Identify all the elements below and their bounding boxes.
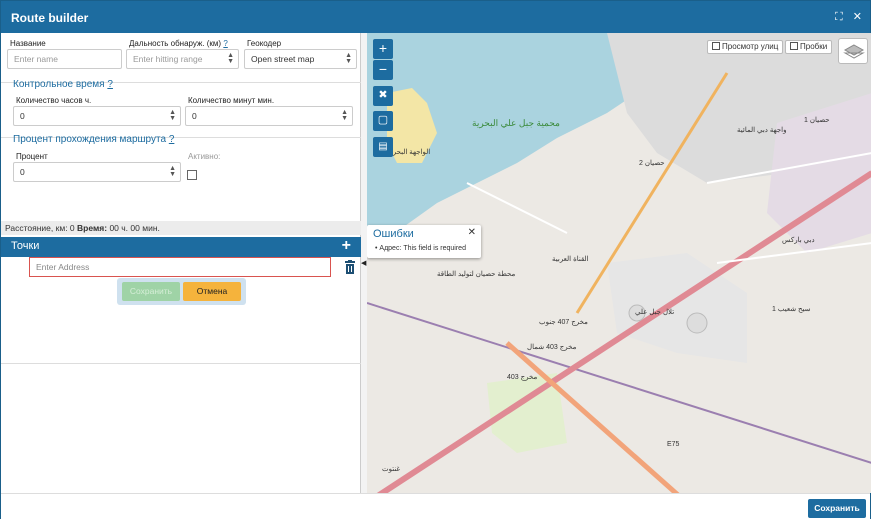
time-value: 00 ч. 00 мин. — [109, 223, 160, 233]
active-checkbox[interactable] — [187, 170, 197, 180]
route-form-panel: Название Enter name Дальность обнаруж. (… — [1, 33, 361, 493]
traffic-checkbox[interactable] — [790, 42, 798, 50]
map-view[interactable]: محمية جبل علي البحرية الواجهة البحرية حص… — [367, 33, 871, 493]
traffic-toggle[interactable]: Пробки — [785, 40, 833, 54]
errors-popup-title: Ошибки — [373, 228, 414, 240]
title-bar: Route builder ⛶ ✕ — [1, 1, 870, 33]
percent-help-link[interactable]: ? — [169, 134, 175, 145]
name-input[interactable]: Enter name — [7, 49, 122, 69]
divider — [1, 363, 361, 364]
percent-spinner-icon[interactable]: ▲ ▼ — [169, 165, 176, 178]
footer-bar: Сохранить — [1, 493, 870, 519]
map-label: محطة حصيان لتوليد الطاقة — [437, 271, 516, 278]
route-builder-window: Route builder ⛶ ✕ Название Enter name Да… — [0, 0, 871, 519]
route-status-bar: Расстояние, км: 0 Время: 00 ч. 00 мин. — [1, 221, 361, 235]
active-label: Активно: — [188, 152, 221, 161]
submit-route-button[interactable]: Сохранить — [808, 499, 866, 518]
map-label: القناة العربية — [552, 256, 589, 263]
range-spinner-icon[interactable]: ▲ ▼ — [227, 52, 234, 65]
time-label: Время: — [77, 223, 108, 233]
cancel-point-button[interactable]: Отмена — [183, 282, 241, 301]
add-point-icon[interactable]: + — [342, 237, 351, 255]
range-help-link[interactable]: ? — [223, 39, 227, 48]
address-input[interactable]: Enter Address — [29, 257, 331, 277]
trash-icon[interactable] — [344, 260, 356, 274]
close-popup-icon[interactable]: ✕ — [468, 227, 476, 238]
range-input[interactable]: Enter hitting range ▲ ▼ — [126, 49, 239, 69]
collapse-arrow-icon[interactable]: ◀ — [361, 259, 366, 267]
map-label: غنتوت — [382, 466, 401, 473]
map-label: مخرج 403 — [507, 374, 538, 381]
print-icon[interactable]: ▤ — [373, 137, 393, 157]
zoom-out-button[interactable]: − — [373, 60, 393, 80]
map-label: E75 — [667, 441, 680, 448]
street-view-toggle[interactable]: Просмотр улиц — [707, 40, 784, 54]
street-view-checkbox[interactable] — [712, 42, 720, 50]
percent-label: Процент — [16, 152, 48, 161]
save-point-button[interactable]: Сохранить — [122, 282, 180, 301]
points-header: Точки + — [1, 237, 361, 257]
map-label: الواجهة البحرية — [387, 149, 431, 156]
map-label: دبي باركس — [782, 237, 815, 244]
map-label: واجهة دبي المائية — [737, 127, 787, 134]
range-label: Дальность обнаруж. (км) — [129, 39, 222, 48]
polygon-draw-icon[interactable]: ▢ — [373, 111, 393, 131]
distance-text: Расстояние, км: 0 — [5, 223, 75, 233]
geocoder-select[interactable]: Open street map ▲ ▼ — [244, 49, 357, 69]
geocoder-label: Геокодер — [247, 39, 282, 48]
map-label: محمية جبل علي البحرية — [472, 118, 560, 128]
map-label: تلال جبل علي — [635, 309, 675, 316]
minutes-spinner-icon[interactable]: ▲ ▼ — [341, 109, 348, 122]
close-icon[interactable]: ✕ — [853, 11, 862, 23]
zoom-in-button[interactable]: + — [373, 39, 393, 59]
checkpoint-help-link[interactable]: ? — [107, 79, 113, 90]
name-label: Название — [10, 39, 46, 48]
layers-button[interactable] — [838, 38, 868, 64]
minutes-input[interactable]: 0 ▲ ▼ — [185, 106, 353, 126]
map-canvas[interactable] — [367, 33, 871, 493]
window-title: Route builder — [11, 11, 89, 25]
geocoder-spinner-icon[interactable]: ▲ ▼ — [345, 52, 352, 65]
map-label: سيح شعيب 1 — [772, 306, 811, 313]
hours-spinner-icon[interactable]: ▲ ▼ — [169, 109, 176, 122]
errors-popup: Ошибки ✕ • Адрес: This field is required — [367, 225, 481, 258]
map-label: مخرج 407 جنوب — [539, 319, 588, 326]
map-label: حصيان 2 — [639, 160, 665, 167]
checkpoint-title: Контрольное время — [13, 79, 105, 90]
percent-input[interactable]: 0 ▲ ▼ — [13, 162, 181, 182]
error-message: Адрес: This field is required — [379, 245, 466, 252]
layers-icon — [843, 44, 865, 59]
points-title: Точки — [11, 240, 40, 252]
map-label: حصيان 1 — [804, 117, 830, 124]
map-label: مخرج 403 شمال — [527, 344, 577, 351]
draw-route-icon[interactable]: ✖ — [373, 86, 393, 106]
hours-label: Количество часов ч. — [16, 96, 92, 105]
percent-title: Процент прохождения маршрута — [13, 134, 167, 145]
maximize-icon[interactable]: ⛶ — [835, 11, 843, 23]
minutes-label: Количество минут мин. — [188, 96, 275, 105]
hours-input[interactable]: 0 ▲ ▼ — [13, 106, 181, 126]
